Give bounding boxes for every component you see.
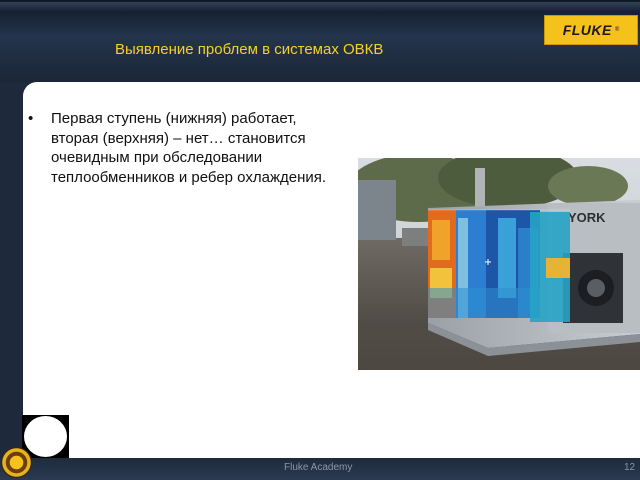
header-highlight <box>0 2 640 12</box>
thermal-photo-image: YORK <box>358 158 640 370</box>
thermal-photo: YORK <box>358 158 640 370</box>
slide-header: Выявление проблем в системах ОВКВ FLUKE … <box>0 0 640 82</box>
footer-text: Fluke Academy <box>284 462 353 473</box>
fluke-logo: FLUKE ® <box>544 15 638 45</box>
bullet-list: • Первая ступень (нижняя) работает, втор… <box>28 109 328 187</box>
bullet-dot: • <box>28 110 34 127</box>
bullet-text: Первая ступень (нижняя) работает, вторая… <box>51 110 327 186</box>
seal-logo <box>1 447 32 478</box>
page-number: 12 <box>624 462 636 473</box>
york-label: YORK <box>568 210 606 225</box>
slide-title: Выявление проблем в системах ОВКВ <box>115 41 384 58</box>
circle-decoration <box>22 415 69 458</box>
registered-mark: ® <box>614 27 620 33</box>
white-circle <box>24 416 67 457</box>
fluke-logo-text: FLUKE <box>562 22 612 38</box>
bullet-item: • Первая ступень (нижняя) работает, втор… <box>28 109 328 187</box>
